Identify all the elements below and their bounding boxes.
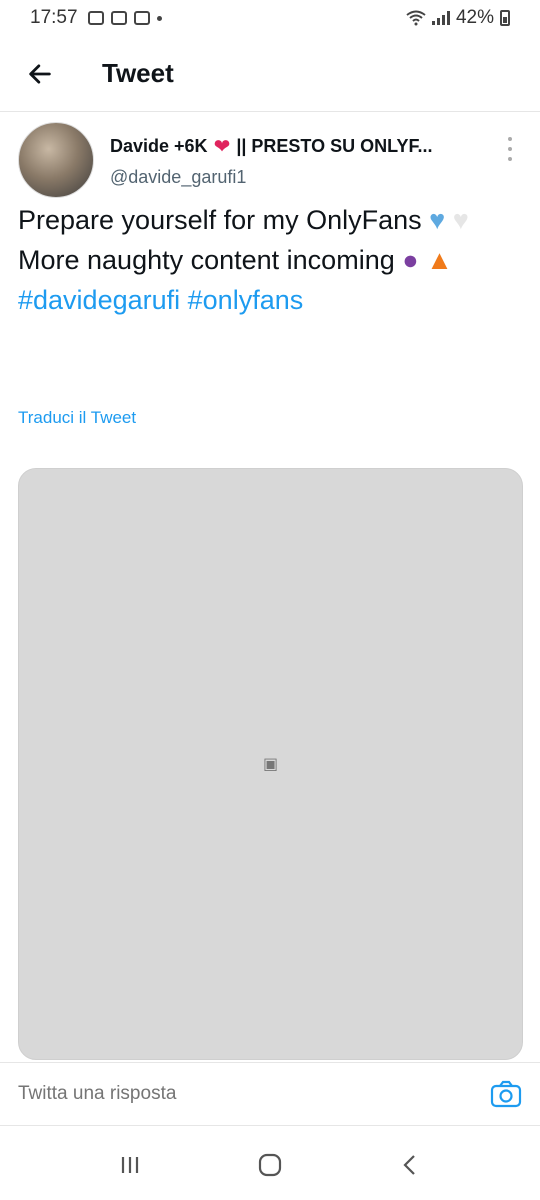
home-icon xyxy=(258,1153,282,1177)
translate-tweet-link[interactable]: Traduci il Tweet xyxy=(18,408,136,428)
fire-icon: ▲ xyxy=(426,245,453,275)
youtube-icon xyxy=(133,11,150,25)
reply-bar xyxy=(0,1062,540,1126)
tweet-media-placeholder[interactable]: ▣ xyxy=(18,468,523,1060)
chevron-left-icon xyxy=(403,1155,415,1175)
recent-apps-button[interactable] xyxy=(100,1140,160,1190)
red-heart-icon: ❤ xyxy=(213,136,231,158)
tweet-line-2: More naughty content incoming ● ▲ xyxy=(18,240,523,280)
display-name-suffix: || PRESTO SU ONLYF... xyxy=(236,136,433,156)
status-right: 42% xyxy=(406,7,510,29)
tweet-line-2-text: More naughty content incoming xyxy=(18,245,395,275)
more-notifications-icon xyxy=(156,15,162,21)
media-placeholder-icon: ▣ xyxy=(262,756,279,773)
hashtag-onlyfans[interactable]: #onlyfans xyxy=(188,285,304,315)
tweet-line-1-text: Prepare yourself for my OnlyFans xyxy=(18,205,422,235)
more-options-button[interactable] xyxy=(500,134,520,164)
tweet-line-1: Prepare yourself for my OnlyFans ♥ ♥ xyxy=(18,200,523,240)
hashtag-davidegarufi[interactable]: #davidegarufi xyxy=(18,285,180,315)
home-button[interactable] xyxy=(240,1140,300,1190)
camera-icon[interactable] xyxy=(490,1080,522,1108)
battery-icon xyxy=(500,10,510,26)
page-title: Tweet xyxy=(102,58,174,88)
avatar[interactable] xyxy=(18,122,94,198)
display-name[interactable]: Davide +6K ❤ || PRESTO SU ONLYF... xyxy=(110,134,490,159)
system-nav-bar xyxy=(0,1130,540,1200)
white-heart-icon: ♥ xyxy=(452,205,469,235)
wifi-icon xyxy=(406,10,426,26)
blue-heart-icon: ♥ xyxy=(429,205,446,235)
system-back-button[interactable] xyxy=(380,1140,440,1190)
signal-icon xyxy=(431,11,450,25)
recents-icon xyxy=(121,1157,139,1173)
battery-percent: 42% xyxy=(455,7,494,28)
game-icon xyxy=(110,11,127,25)
display-name-text: Davide +6K xyxy=(110,136,208,156)
gallery-icon xyxy=(87,11,104,25)
app-header: Tweet xyxy=(0,36,540,112)
tweet-author: Davide +6K ❤ || PRESTO SU ONLYF... @davi… xyxy=(18,122,528,200)
author-info: Davide +6K ❤ || PRESTO SU ONLYF... @davi… xyxy=(110,122,490,200)
tweet-text: Prepare yourself for my OnlyFans ♥ ♥ Mor… xyxy=(18,200,523,320)
arrow-left-icon xyxy=(29,63,51,84)
back-button[interactable] xyxy=(0,36,80,112)
reply-input[interactable] xyxy=(18,1083,438,1105)
user-handle[interactable]: @davide_garufi1 xyxy=(110,167,490,188)
eggplant-icon: ● xyxy=(402,245,419,275)
notification-icons xyxy=(87,11,162,25)
hashtags: #davidegarufi #onlyfans xyxy=(18,280,523,320)
status-bar: 17:57 42% xyxy=(0,0,540,36)
status-time: 17:57 xyxy=(30,7,78,28)
status-left: 17:57 xyxy=(30,7,162,29)
